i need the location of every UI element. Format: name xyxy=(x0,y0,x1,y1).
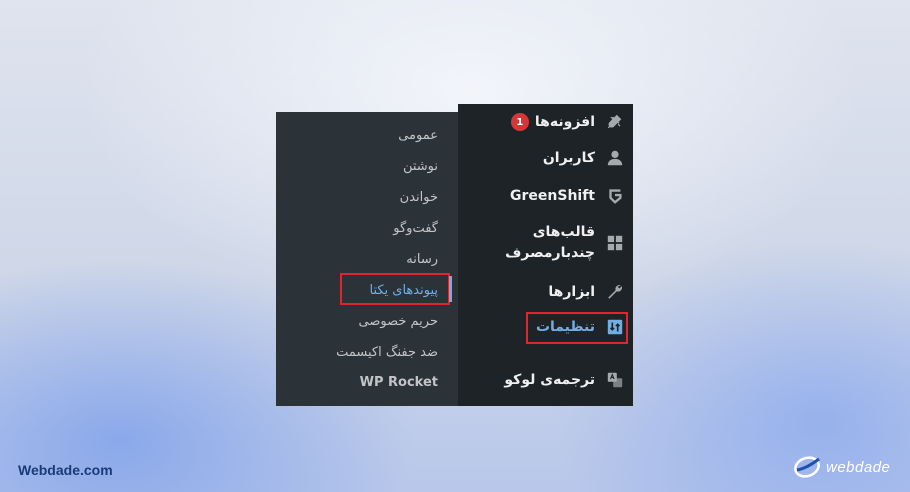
menu-item-plugins[interactable]: افزونه‌ها 1 xyxy=(458,110,633,134)
submenu-item-reading[interactable]: خواندن xyxy=(400,189,438,207)
menu-item-label: GreenShift xyxy=(510,188,595,204)
submenu-item-wp-rocket[interactable]: WP Rocket xyxy=(360,374,438,392)
menu-item-label: کاربران xyxy=(542,150,595,166)
menu-item-label: افزونه‌ها xyxy=(534,114,595,130)
plugins-icon xyxy=(605,112,625,132)
menu-item-tools[interactable]: ابزارها xyxy=(458,280,633,304)
menu-item-label-line1: قالب‌های xyxy=(532,224,595,240)
greenshift-icon xyxy=(605,186,625,206)
menu-item-greenshift[interactable]: GreenShift xyxy=(458,184,633,208)
submenu-item-privacy[interactable]: حریم خصوصی xyxy=(358,313,438,331)
update-count-badge: 1 xyxy=(510,113,529,131)
menu-item-users[interactable]: کاربران xyxy=(458,146,633,170)
menu-item-label-line2: چندبارمصرف xyxy=(505,245,595,261)
settings-submenu: عمومی نوشتن خواندن گفت‌وگو رسانه پیوندها… xyxy=(276,112,458,406)
submenu-item-general[interactable]: عمومی xyxy=(398,127,438,145)
blocks-icon xyxy=(605,233,625,253)
settings-icon xyxy=(605,317,625,337)
admin-menu: افزونه‌ها 1 کاربران GreenShift قالب‌های … xyxy=(458,104,633,406)
menu-item-label: قالب‌های چندبارمصرف xyxy=(505,222,595,264)
submenu-item-discussion[interactable]: گفت‌وگو xyxy=(393,220,438,238)
webdade-logo-text: webdade xyxy=(826,458,891,476)
submenu-item-media[interactable]: رسانه xyxy=(406,251,438,269)
submenu-item-permalinks[interactable]: پیوندهای یکتا xyxy=(369,282,438,300)
webdade-logo-icon xyxy=(794,456,820,478)
menu-item-settings[interactable]: تنظیمات xyxy=(458,312,633,342)
menu-item-reusable-blocks[interactable]: قالب‌های چندبارمصرف xyxy=(458,222,633,264)
menu-item-label: ابزارها xyxy=(548,284,595,300)
submenu-item-akismet[interactable]: ضد جفنگ اکیسمت xyxy=(336,344,438,362)
menu-item-label: ترجمه‌ی لوکو xyxy=(504,372,595,388)
site-watermark: Webdade.com xyxy=(18,462,113,478)
webdade-logo: webdade xyxy=(793,454,890,480)
menu-item-label: تنظیمات xyxy=(535,319,595,335)
wrench-icon xyxy=(605,282,625,302)
menu-item-loco-translate[interactable]: ترجمه‌ی لوکو xyxy=(458,368,633,392)
current-item-indicator xyxy=(449,276,452,302)
users-icon xyxy=(605,148,625,168)
submenu-item-writing[interactable]: نوشتن xyxy=(403,158,438,176)
translate-icon xyxy=(605,370,625,390)
